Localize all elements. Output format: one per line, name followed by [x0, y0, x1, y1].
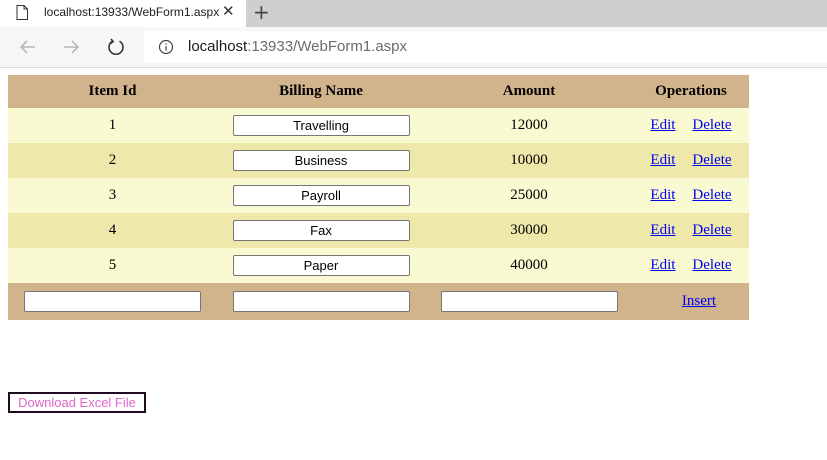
- info-icon[interactable]: [158, 39, 174, 55]
- billing-name-cell: Payroll: [217, 178, 425, 213]
- header-operations: Operations: [633, 75, 749, 108]
- url-port-path: :13933/WebForm1.aspx: [247, 38, 408, 55]
- insert-cell: Insert: [633, 283, 749, 320]
- header-billing-name: Billing Name: [217, 75, 425, 108]
- tab-strip: localhost:13933/WebForm1.aspx ✕ +: [0, 0, 827, 27]
- edit-link[interactable]: Edit: [650, 117, 675, 133]
- amount-cell: 30000: [425, 213, 633, 248]
- item-id-cell: 4: [8, 213, 217, 248]
- billing-name-cell: Travelling: [217, 108, 425, 143]
- address-bar[interactable]: localhost:13933/WebForm1.aspx: [144, 31, 827, 63]
- delete-link[interactable]: Delete: [692, 222, 731, 238]
- browser-toolbar: localhost:13933/WebForm1.aspx: [0, 27, 827, 68]
- new-billing-name-cell: [217, 283, 425, 320]
- edit-link[interactable]: Edit: [650, 222, 675, 238]
- item-id-cell: 2: [8, 143, 217, 178]
- header-amount: Amount: [425, 75, 633, 108]
- operations-cell: Edit Delete: [633, 213, 749, 248]
- edit-link[interactable]: Edit: [650, 257, 675, 273]
- operations-cell: Edit Delete: [633, 248, 749, 283]
- item-id-cell: 5: [8, 248, 217, 283]
- operations-cell: Edit Delete: [633, 108, 749, 143]
- header-item-id: Item Id: [8, 75, 217, 108]
- edit-link[interactable]: Edit: [650, 187, 675, 203]
- new-item-id-input[interactable]: [24, 291, 201, 312]
- operations-cell: Edit Delete: [633, 143, 749, 178]
- insert-link[interactable]: Insert: [682, 293, 716, 309]
- billing-name-box: Business: [232, 150, 410, 171]
- billing-name-box: Travelling: [232, 115, 410, 136]
- delete-link[interactable]: Delete: [692, 257, 731, 273]
- billing-name-box: Fax: [232, 220, 410, 241]
- amount-cell: 10000: [425, 143, 633, 178]
- tab-title: localhost:13933/WebForm1.aspx: [44, 5, 220, 19]
- document-icon: [16, 5, 28, 20]
- new-tab-icon[interactable]: +: [253, 1, 270, 23]
- table-row: 2 Business 10000 Edit Delete: [8, 143, 749, 178]
- forward-arrow-icon[interactable]: [61, 37, 81, 57]
- amount-cell: 25000: [425, 178, 633, 213]
- new-amount-input[interactable]: [440, 291, 618, 312]
- billing-name-box: Payroll: [232, 185, 410, 206]
- new-item-id-cell: [8, 283, 217, 320]
- table-row: 5 Paper 40000 Edit Delete: [8, 248, 749, 283]
- url-host: localhost: [188, 38, 248, 55]
- reload-icon[interactable]: [106, 37, 126, 57]
- billing-grid: Item Id Billing Name Amount Operations 1…: [8, 75, 749, 320]
- url-text[interactable]: localhost:13933/WebForm1.aspx: [188, 38, 407, 55]
- item-id-cell: 3: [8, 178, 217, 213]
- delete-link[interactable]: Delete: [692, 187, 731, 203]
- delete-link[interactable]: Delete: [692, 152, 731, 168]
- billing-name-cell: Paper: [217, 248, 425, 283]
- billing-name-box: Paper: [232, 255, 410, 276]
- table-row: 3 Payroll 25000 Edit Delete: [8, 178, 749, 213]
- download-excel-button[interactable]: Download Excel File: [8, 392, 146, 413]
- header-row: Item Id Billing Name Amount Operations: [8, 75, 749, 108]
- operations-cell: Edit Delete: [633, 178, 749, 213]
- billing-name-cell: Fax: [217, 213, 425, 248]
- amount-cell: 40000: [425, 248, 633, 283]
- delete-link[interactable]: Delete: [692, 117, 731, 133]
- new-billing-name-input[interactable]: [232, 291, 410, 312]
- item-id-cell: 1: [8, 108, 217, 143]
- new-amount-cell: [425, 283, 633, 320]
- table-row: 4 Fax 30000 Edit Delete: [8, 213, 749, 248]
- close-icon[interactable]: ✕: [222, 3, 235, 21]
- edit-link[interactable]: Edit: [650, 152, 675, 168]
- back-arrow-icon[interactable]: [18, 37, 38, 57]
- amount-cell: 12000: [425, 108, 633, 143]
- table-row: 1 Travelling 12000 Edit Delete: [8, 108, 749, 143]
- browser-tab[interactable]: localhost:13933/WebForm1.aspx ✕: [0, 0, 246, 27]
- billing-name-cell: Business: [217, 143, 425, 178]
- insert-row: Insert: [8, 283, 749, 320]
